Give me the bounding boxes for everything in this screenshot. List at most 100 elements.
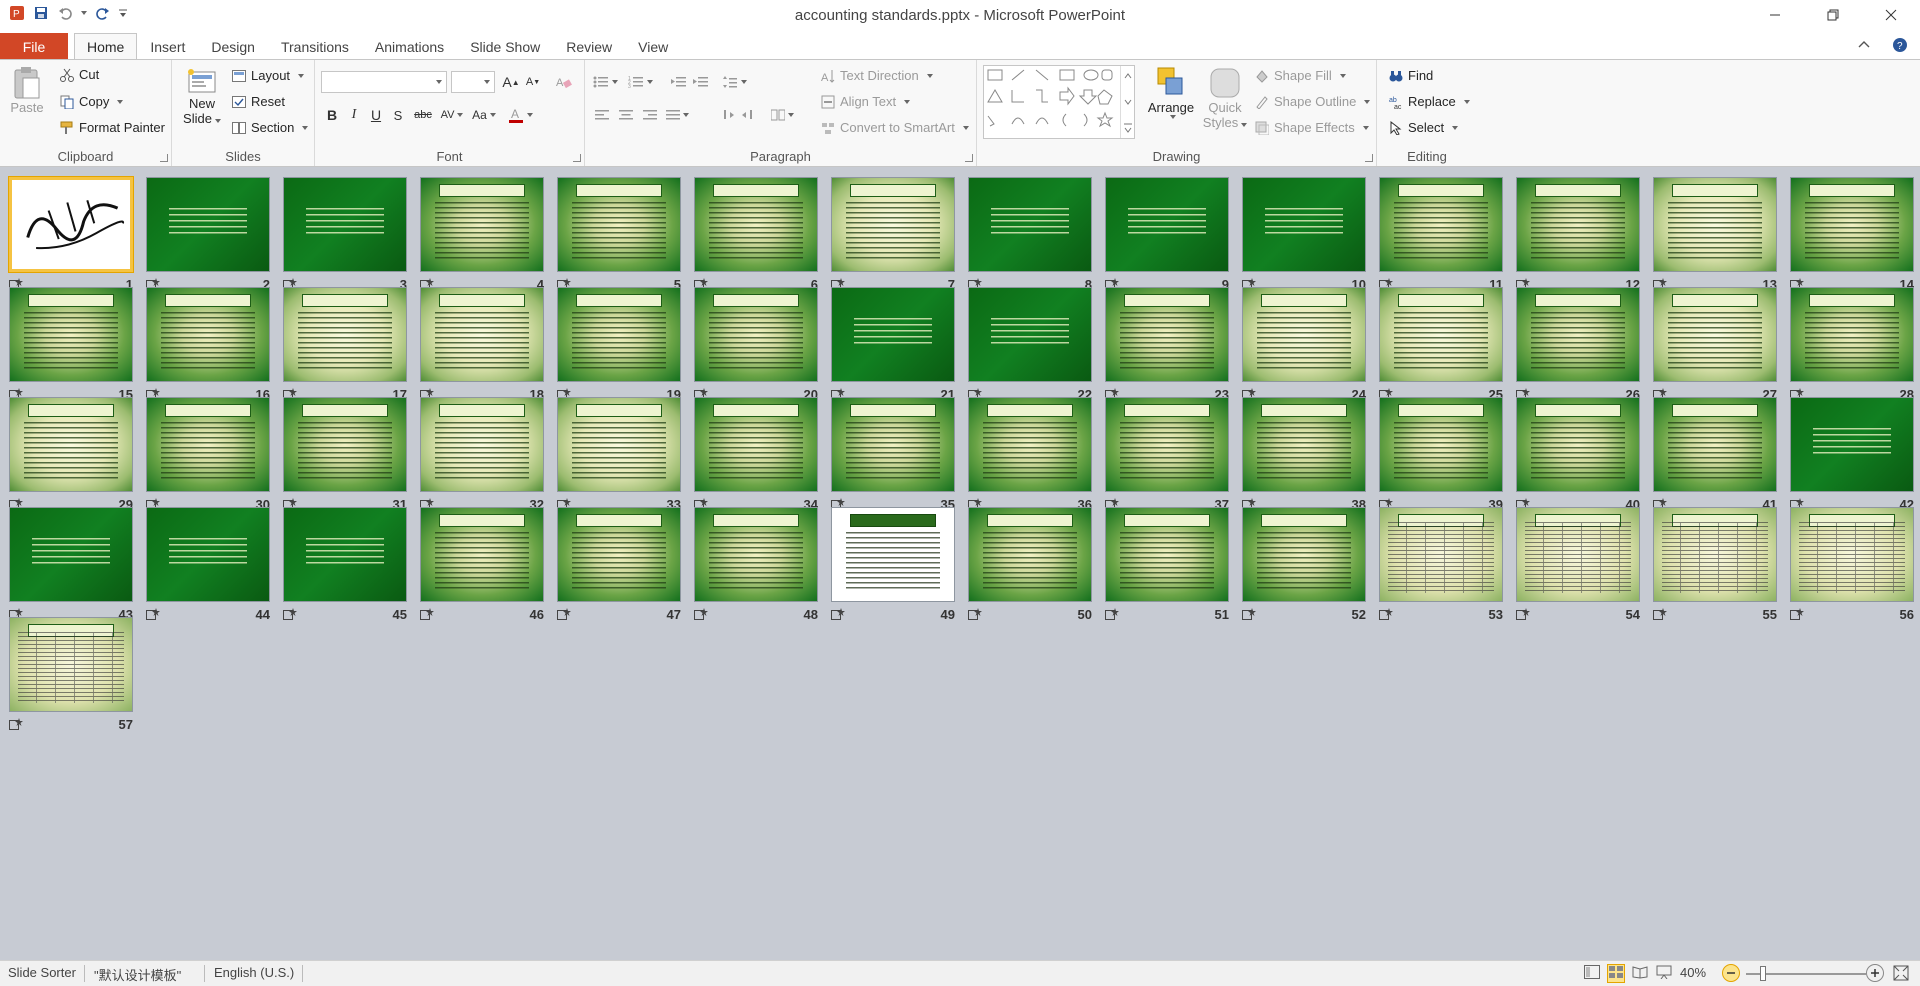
slide-thumbnail[interactable]: 11 — [1379, 177, 1503, 292]
slide-thumbnail[interactable]: 2 — [146, 177, 270, 292]
numbering-icon[interactable]: 123 — [625, 72, 655, 92]
slide-thumbnail[interactable]: 3 — [283, 177, 407, 292]
shape-fill-button[interactable]: Shape Fill — [1255, 68, 1346, 83]
transition-star-icon[interactable] — [1105, 608, 1119, 620]
slide-preview[interactable] — [1790, 177, 1914, 272]
slide-thumbnail[interactable]: 28 — [1790, 287, 1914, 402]
normal-view-icon[interactable] — [1584, 965, 1600, 982]
slide-thumbnail[interactable]: 22 — [968, 287, 1092, 402]
slide-thumbnail[interactable]: 30 — [146, 397, 270, 512]
slide-preview[interactable] — [1653, 397, 1777, 492]
section-button[interactable]: Section — [232, 120, 309, 135]
convert-smartart-button[interactable]: Convert to SmartArt — [821, 120, 969, 135]
tab-slide-show[interactable]: Slide Show — [457, 33, 553, 60]
italic-icon[interactable]: I — [345, 104, 363, 126]
transition-star-icon[interactable] — [1790, 608, 1804, 620]
slide-preview[interactable] — [9, 397, 133, 492]
transition-star-icon[interactable] — [1516, 608, 1530, 620]
slide-thumbnail[interactable]: 56 — [1790, 507, 1914, 622]
slide-preview[interactable] — [968, 397, 1092, 492]
clipboard-launcher-icon[interactable] — [160, 154, 168, 162]
strikethrough-icon[interactable]: abc — [411, 104, 435, 126]
shapes-gallery-scroll[interactable] — [1120, 66, 1134, 138]
new-slide-button[interactable]: New Slide — [182, 68, 222, 126]
fit-to-window-icon[interactable] — [1892, 964, 1912, 984]
slide-preview[interactable] — [831, 507, 955, 602]
find-button[interactable]: Find — [1389, 68, 1433, 83]
slide-thumbnail[interactable]: 17 — [283, 287, 407, 402]
tab-home[interactable]: Home — [74, 33, 138, 60]
drawing-launcher-icon[interactable] — [1365, 154, 1373, 162]
slide-thumbnail[interactable]: 20 — [694, 287, 818, 402]
slide-thumbnail[interactable]: 39 — [1379, 397, 1503, 512]
file-tab[interactable]: File — [0, 33, 68, 60]
zoom-slider-thumb[interactable] — [1760, 966, 1766, 981]
slide-thumbnail[interactable]: 12 — [1516, 177, 1640, 292]
justify-icon[interactable] — [665, 104, 689, 126]
slide-preview[interactable] — [1105, 397, 1229, 492]
slide-thumbnail[interactable]: 14 — [1790, 177, 1914, 292]
transition-star-icon[interactable] — [831, 608, 845, 620]
transition-star-icon[interactable] — [9, 718, 23, 730]
slide-thumbnail[interactable]: 25 — [1379, 287, 1503, 402]
minimize-icon[interactable] — [1746, 0, 1804, 30]
slide-thumbnail[interactable]: 34 — [694, 397, 818, 512]
shrink-font-icon[interactable]: A ▼ — [523, 72, 543, 92]
character-spacing-icon[interactable]: AV — [439, 104, 465, 126]
slide-preview[interactable] — [1242, 287, 1366, 382]
slide-preview[interactable] — [1516, 177, 1640, 272]
ltr-direction-icon[interactable] — [717, 104, 737, 126]
undo-dropdown-icon[interactable] — [80, 4, 88, 22]
slide-thumbnail[interactable]: 48 — [694, 507, 818, 622]
arrange-button[interactable]: Arrange — [1143, 66, 1199, 119]
slide-thumbnail[interactable]: 53 — [1379, 507, 1503, 622]
slide-thumbnail[interactable]: 51 — [1105, 507, 1229, 622]
slide-preview[interactable] — [146, 287, 270, 382]
slide-preview[interactable] — [9, 507, 133, 602]
tab-review[interactable]: Review — [553, 33, 625, 60]
slide-preview[interactable] — [831, 177, 955, 272]
font-name-combo[interactable] — [321, 71, 447, 93]
underline-icon[interactable]: U — [367, 104, 385, 126]
slide-thumbnail[interactable]: 44 — [146, 507, 270, 622]
slide-thumbnail[interactable]: 54 — [1516, 507, 1640, 622]
slide-thumbnail[interactable]: 8 — [968, 177, 1092, 292]
slide-preview[interactable] — [1379, 397, 1503, 492]
slide-preview[interactable] — [694, 397, 818, 492]
slide-preview[interactable] — [831, 287, 955, 382]
slide-thumbnail[interactable]: 33 — [557, 397, 681, 512]
slide-preview[interactable] — [1790, 397, 1914, 492]
align-center-icon[interactable] — [617, 104, 635, 126]
slide-preview[interactable] — [9, 617, 133, 712]
grow-font-icon[interactable]: A ▲ — [501, 72, 521, 92]
slide-preview[interactable] — [1516, 397, 1640, 492]
increase-indent-icon[interactable] — [691, 72, 711, 92]
transition-star-icon[interactable] — [557, 608, 571, 620]
slide-thumbnail[interactable]: 43 — [9, 507, 133, 622]
slide-thumbnail[interactable]: 37 — [1105, 397, 1229, 512]
slide-preview[interactable] — [694, 177, 818, 272]
slide-thumbnail[interactable]: 16 — [146, 287, 270, 402]
slide-thumbnail[interactable]: 23 — [1105, 287, 1229, 402]
slide-preview[interactable] — [146, 177, 270, 272]
transition-star-icon[interactable] — [283, 608, 297, 620]
tab-transitions[interactable]: Transitions — [268, 33, 362, 60]
slide-preview[interactable] — [1653, 507, 1777, 602]
slide-preview[interactable] — [694, 507, 818, 602]
columns-icon[interactable] — [767, 104, 797, 126]
reading-view-icon[interactable] — [1632, 965, 1648, 982]
slide-thumbnail[interactable]: 36 — [968, 397, 1092, 512]
zoom-level[interactable]: 40% — [1680, 965, 1706, 980]
restore-icon[interactable] — [1804, 0, 1862, 30]
shape-outline-button[interactable]: Shape Outline — [1255, 94, 1371, 109]
transition-star-icon[interactable] — [694, 608, 708, 620]
slide-preview[interactable] — [283, 287, 407, 382]
slide-preview[interactable] — [1516, 507, 1640, 602]
status-language[interactable]: English (U.S.) — [214, 965, 294, 980]
layout-button[interactable]: Layout — [232, 68, 305, 83]
slide-preview[interactable] — [283, 397, 407, 492]
slide-thumbnail[interactable]: 38 — [1242, 397, 1366, 512]
status-theme-name[interactable]: "默认设计模板" — [94, 965, 181, 984]
slide-preview[interactable] — [8, 176, 134, 273]
format-painter-button[interactable]: Format Painter — [60, 120, 165, 135]
